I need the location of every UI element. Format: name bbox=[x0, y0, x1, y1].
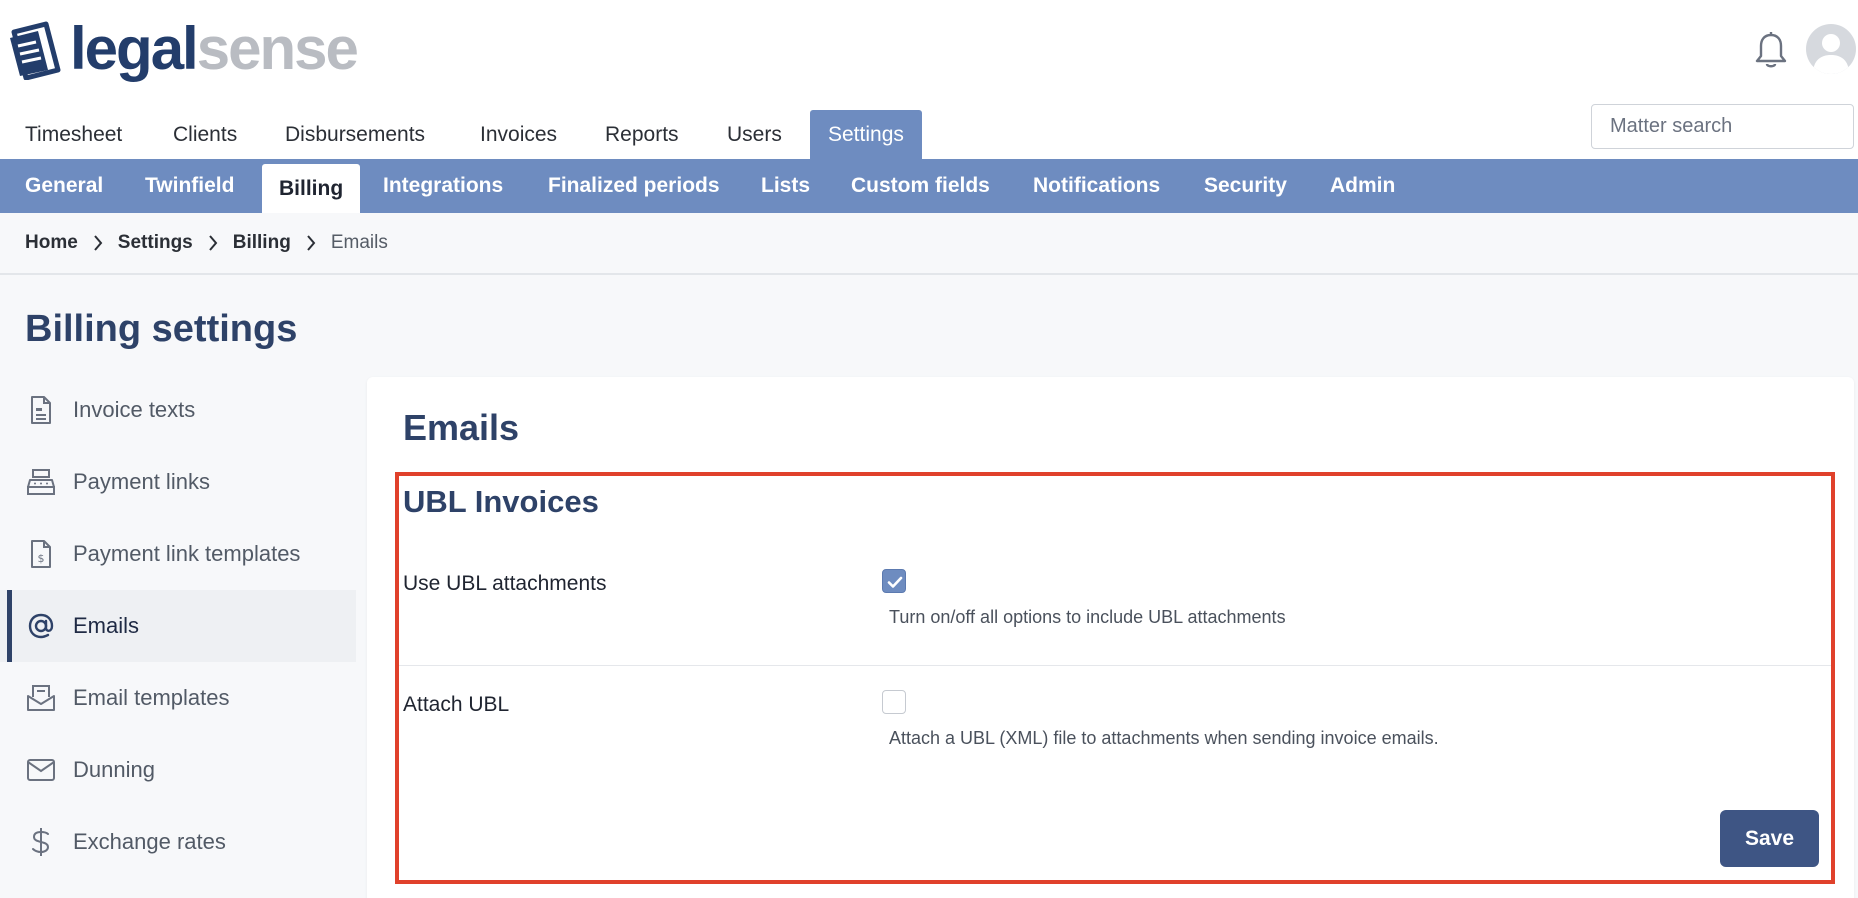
invoice-dollar-icon: $ bbox=[26, 538, 56, 570]
matter-search-input[interactable] bbox=[1591, 104, 1854, 149]
dollar-icon bbox=[26, 826, 56, 858]
card-title: Emails bbox=[403, 407, 520, 448]
bell-icon[interactable] bbox=[1754, 30, 1788, 70]
highlight-box bbox=[395, 472, 1835, 884]
breadcrumb-current: Emails bbox=[330, 232, 388, 253]
envelope-tray-icon bbox=[26, 682, 56, 714]
subnav-integrations[interactable]: Integrations bbox=[366, 159, 520, 213]
subnav-general[interactable]: General bbox=[8, 159, 120, 213]
billing-side-menu: Invoice texts Payment links $ Payment li… bbox=[0, 374, 356, 878]
subnav-billing[interactable]: Billing bbox=[262, 164, 361, 213]
side-item-email-templates[interactable]: Email templates bbox=[0, 662, 356, 734]
use-ubl-attachments-checkbox[interactable] bbox=[882, 569, 906, 593]
side-item-label: Exchange rates bbox=[73, 829, 226, 854]
subnav-notifications[interactable]: Notifications bbox=[1016, 159, 1177, 213]
help-text-use-ubl: Turn on/off all options to include UBL a… bbox=[889, 607, 1286, 627]
checkmark-icon bbox=[887, 576, 903, 588]
breadcrumb-home[interactable]: Home bbox=[25, 232, 78, 254]
logo-document-icon bbox=[10, 21, 61, 80]
side-item-payment-links[interactable]: Payment links bbox=[0, 446, 356, 518]
document-icon bbox=[26, 394, 56, 426]
side-item-label: Invoice texts bbox=[73, 397, 196, 422]
nav-invoices[interactable]: Invoices bbox=[462, 110, 575, 159]
side-item-label: Emails bbox=[73, 613, 140, 638]
user-avatar-icon[interactable] bbox=[1806, 24, 1856, 74]
page-title: Billing settings bbox=[25, 308, 298, 350]
side-item-label: Payment link templates bbox=[73, 541, 301, 566]
breadcrumb: Home Settings Billing Emails bbox=[0, 213, 1858, 275]
nav-settings[interactable]: Settings bbox=[810, 110, 922, 159]
cash-register-icon bbox=[26, 466, 56, 498]
subnav-custom-fields[interactable]: Custom fields bbox=[834, 159, 1007, 213]
avatar-silhouette-icon bbox=[1813, 34, 1849, 74]
app-header: legalsense bbox=[0, 0, 1858, 110]
side-item-invoice-texts[interactable]: Invoice texts bbox=[0, 374, 356, 446]
breadcrumb-settings[interactable]: Settings bbox=[118, 232, 193, 254]
settings-subnav: General Twinfield Billing Integrations F… bbox=[0, 159, 1858, 213]
envelope-icon bbox=[26, 754, 56, 786]
nav-users[interactable]: Users bbox=[709, 110, 800, 159]
save-button[interactable]: Save bbox=[1720, 810, 1819, 867]
section-title-ubl: UBL Invoices bbox=[403, 484, 599, 519]
at-sign-icon bbox=[26, 610, 56, 642]
side-item-label: Payment links bbox=[73, 469, 210, 494]
side-item-payment-link-templates[interactable]: $ Payment link templates bbox=[0, 518, 356, 590]
app-logo[interactable]: legalsense bbox=[8, 14, 359, 84]
subnav-security[interactable]: Security bbox=[1187, 159, 1304, 213]
attach-ubl-checkbox[interactable] bbox=[882, 690, 906, 714]
side-item-exchange-rates[interactable]: Exchange rates bbox=[0, 806, 356, 878]
field-divider bbox=[399, 665, 1831, 666]
nav-timesheet[interactable]: Timesheet bbox=[7, 110, 140, 159]
chevron-right-icon bbox=[94, 235, 103, 251]
logo-wordmark: legalsense bbox=[70, 15, 359, 82]
side-item-label: Email templates bbox=[73, 685, 230, 710]
side-item-emails[interactable]: Emails bbox=[0, 590, 356, 662]
field-label-attach-ubl: Attach UBL bbox=[403, 693, 510, 716]
subnav-admin[interactable]: Admin bbox=[1313, 159, 1412, 213]
main-nav: Timesheet Clients Disbursements Invoices… bbox=[0, 110, 1858, 159]
help-text-attach-ubl: Attach a UBL (XML) file to attachments w… bbox=[889, 728, 1439, 748]
nav-reports[interactable]: Reports bbox=[587, 110, 697, 159]
field-label-use-ubl: Use UBL attachments bbox=[403, 572, 607, 595]
nav-clients[interactable]: Clients bbox=[155, 110, 255, 159]
subnav-finalized-periods[interactable]: Finalized periods bbox=[531, 159, 737, 213]
side-item-label: Dunning bbox=[73, 757, 155, 782]
subnav-twinfield[interactable]: Twinfield bbox=[128, 159, 251, 213]
subnav-lists[interactable]: Lists bbox=[744, 159, 827, 213]
nav-disbursements[interactable]: Disbursements bbox=[267, 110, 443, 159]
chevron-right-icon bbox=[307, 235, 316, 251]
breadcrumb-billing[interactable]: Billing bbox=[233, 232, 291, 254]
chevron-right-icon bbox=[208, 235, 218, 251]
svg-text:$: $ bbox=[38, 552, 45, 565]
side-item-dunning[interactable]: Dunning bbox=[0, 734, 356, 806]
